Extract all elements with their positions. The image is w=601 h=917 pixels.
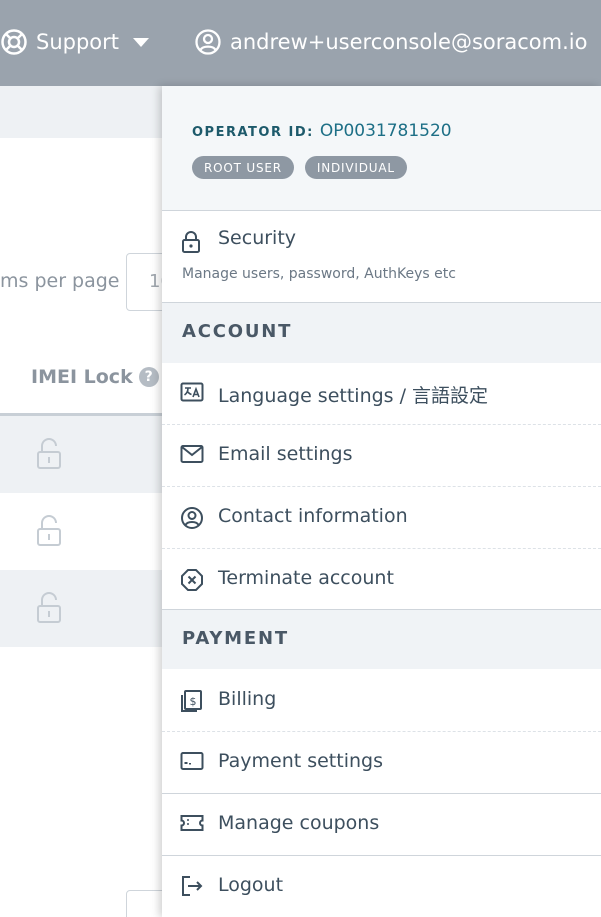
- menu-item-terminate-account[interactable]: Terminate account: [162, 549, 601, 611]
- chevron-down-icon: [133, 37, 150, 47]
- manage-coupons-label: Manage coupons: [218, 812, 380, 834]
- user-circle-icon: [181, 507, 203, 529]
- card-icon: [180, 752, 204, 770]
- coupon-icon: [180, 815, 204, 831]
- top-navigation-bar: Support andrew+userconsole@soracom.io: [0, 0, 601, 86]
- account-header-label: ACCOUNT: [182, 321, 293, 342]
- account-section-header: ACCOUNT: [162, 303, 601, 363]
- unlock-icon[interactable]: [36, 592, 62, 624]
- payment-section-header: PAYMENT: [162, 609, 601, 669]
- operator-info: OPERATOR ID: OP0031781520 ROOT USER INDI…: [162, 86, 601, 211]
- user-dropdown-menu: OPERATOR ID: OP0031781520 ROOT USER INDI…: [162, 86, 601, 917]
- payment-header-label: PAYMENT: [182, 628, 289, 649]
- operator-id: OPERATOR ID: OP0031781520: [192, 121, 452, 141]
- menu-item-payment-settings[interactable]: Payment settings: [162, 732, 601, 794]
- menu-item-logout[interactable]: Logout: [162, 856, 601, 917]
- billing-label: Billing: [218, 688, 277, 710]
- language-settings-label: Language settings / 言語設定: [218, 385, 489, 407]
- terminate-account-label: Terminate account: [218, 567, 394, 589]
- operator-id-label: OPERATOR ID:: [192, 125, 314, 140]
- close-circle-icon: [181, 569, 203, 591]
- logout-icon: [182, 876, 203, 896]
- billing-icon: $: [181, 690, 202, 712]
- table-row[interactable]: [0, 570, 162, 647]
- menu-item-email-settings[interactable]: Email settings: [162, 425, 601, 487]
- lock-icon: [182, 231, 200, 253]
- contact-information-label: Contact information: [218, 505, 408, 527]
- menu-item-security[interactable]: Security Manage users, password, AuthKey…: [162, 211, 601, 303]
- svg-text:$: $: [190, 695, 197, 708]
- column-header-imei-lock[interactable]: IMEI Lock ?: [31, 366, 159, 388]
- email-settings-label: Email settings: [218, 443, 353, 465]
- envelope-icon: [180, 445, 204, 463]
- page-header-band: [0, 86, 162, 138]
- lifebuoy-icon: [1, 29, 27, 55]
- column-header-label: IMEI Lock: [31, 366, 133, 388]
- menu-item-language-settings[interactable]: Language settings / 言語設定: [162, 363, 601, 425]
- logout-label: Logout: [218, 874, 284, 896]
- table-row[interactable]: [0, 416, 162, 493]
- security-description: Manage users, password, AuthKeys etc: [182, 266, 456, 282]
- unlock-icon[interactable]: [36, 438, 62, 470]
- support-label: Support: [36, 30, 120, 54]
- payment-settings-label: Payment settings: [218, 750, 383, 772]
- security-label: Security: [218, 227, 297, 249]
- user-badges: ROOT USER INDIVIDUAL: [192, 156, 418, 179]
- operator-id-value: OP0031781520: [319, 121, 452, 141]
- menu-item-contact-information[interactable]: Contact information: [162, 487, 601, 549]
- unlock-icon[interactable]: [36, 515, 62, 547]
- root-user-badge: ROOT USER: [192, 156, 294, 179]
- pagination-control[interactable]: [126, 890, 166, 917]
- user-circle-icon: [195, 29, 221, 55]
- menu-item-manage-coupons[interactable]: Manage coupons: [162, 794, 601, 856]
- user-menu-button[interactable]: andrew+userconsole@soracom.io: [194, 26, 601, 58]
- items-per-page-label: ms per page: [0, 270, 120, 292]
- table-row[interactable]: [0, 493, 162, 570]
- support-menu-button[interactable]: Support: [0, 26, 150, 58]
- translate-icon: [180, 382, 204, 402]
- user-email-label: andrew+userconsole@soracom.io: [230, 30, 588, 54]
- individual-badge: INDIVIDUAL: [304, 156, 407, 179]
- menu-item-billing[interactable]: $ Billing: [162, 670, 601, 732]
- help-icon[interactable]: ?: [138, 367, 159, 387]
